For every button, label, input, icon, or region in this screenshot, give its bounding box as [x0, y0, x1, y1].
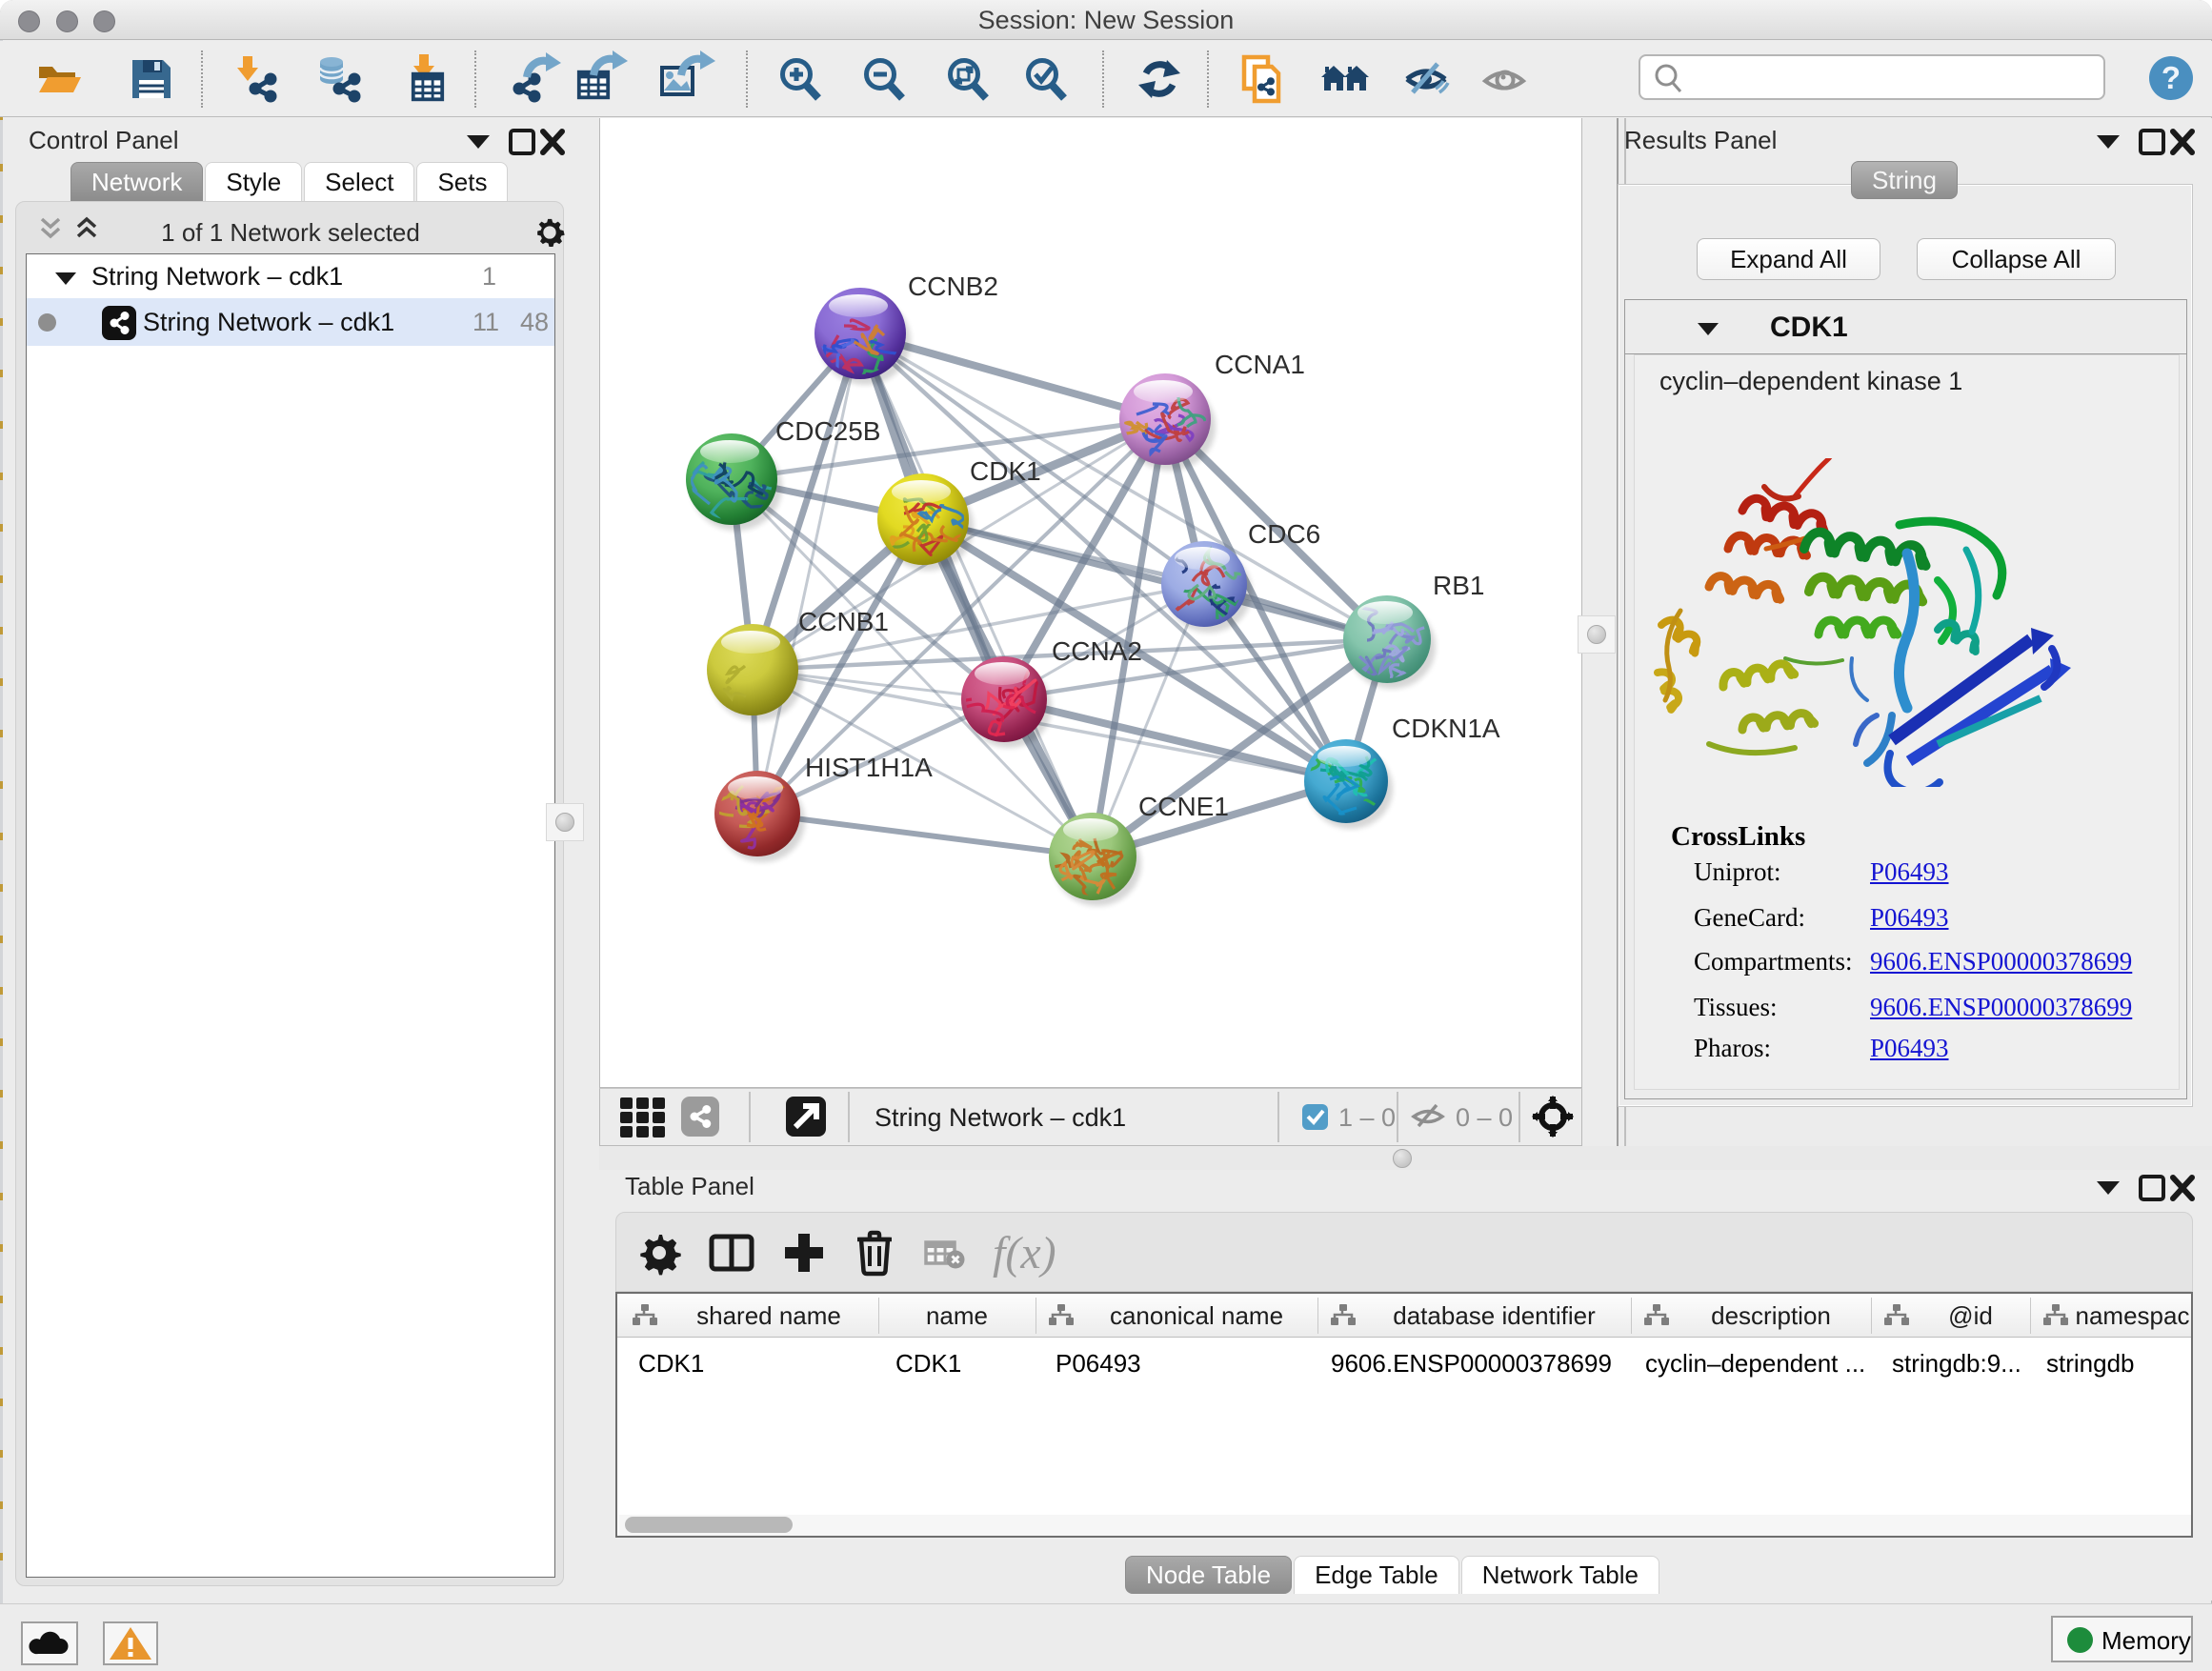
svg-text:CCNA1: CCNA1 — [1215, 350, 1305, 379]
svg-text:f(x): f(x) — [993, 1228, 1056, 1278]
svg-text:CDC6: CDC6 — [1248, 519, 1320, 549]
svg-text:CDKN1A: CDKN1A — [1392, 714, 1500, 743]
svg-text:RB1: RB1 — [1433, 571, 1484, 600]
svg-text:0 – 0: 0 – 0 — [1456, 1103, 1513, 1132]
svg-text:CCNA2: CCNA2 — [1052, 636, 1142, 666]
svg-text:String Network – cdk1: String Network – cdk1 — [875, 1103, 1126, 1132]
svg-text:CCNB1: CCNB1 — [798, 607, 889, 636]
svg-text:CDK1: CDK1 — [970, 456, 1041, 486]
svg-text:CDC25B: CDC25B — [775, 416, 880, 446]
svg-text:CCNB2: CCNB2 — [908, 272, 998, 301]
svg-text:HIST1H1A: HIST1H1A — [805, 753, 933, 782]
svg-text:CCNE1: CCNE1 — [1138, 792, 1229, 821]
svg-text:1 – 0: 1 – 0 — [1338, 1103, 1396, 1132]
